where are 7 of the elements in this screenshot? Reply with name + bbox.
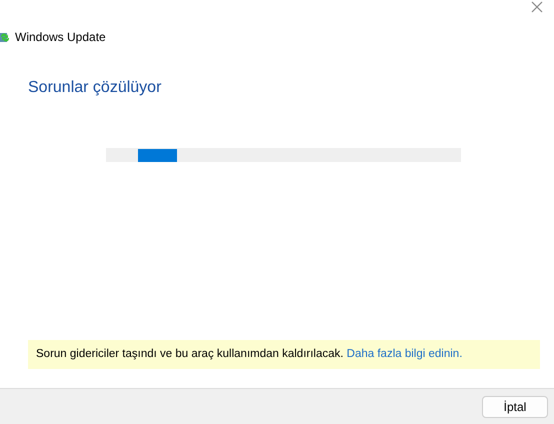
close-icon[interactable] [531,1,543,13]
notice-text: Sorun gidericiler taşındı ve bu araç kullanımdan kaldırılacak. [36,348,344,360]
window-title: Windows Update [15,29,106,46]
update-icon [0,32,10,42]
cancel-button[interactable]: İptal [482,396,548,418]
learn-more-link[interactable]: Daha fazla bilgi edinin. [346,348,462,360]
heading: Sorunlar çözülüyor [28,78,162,98]
